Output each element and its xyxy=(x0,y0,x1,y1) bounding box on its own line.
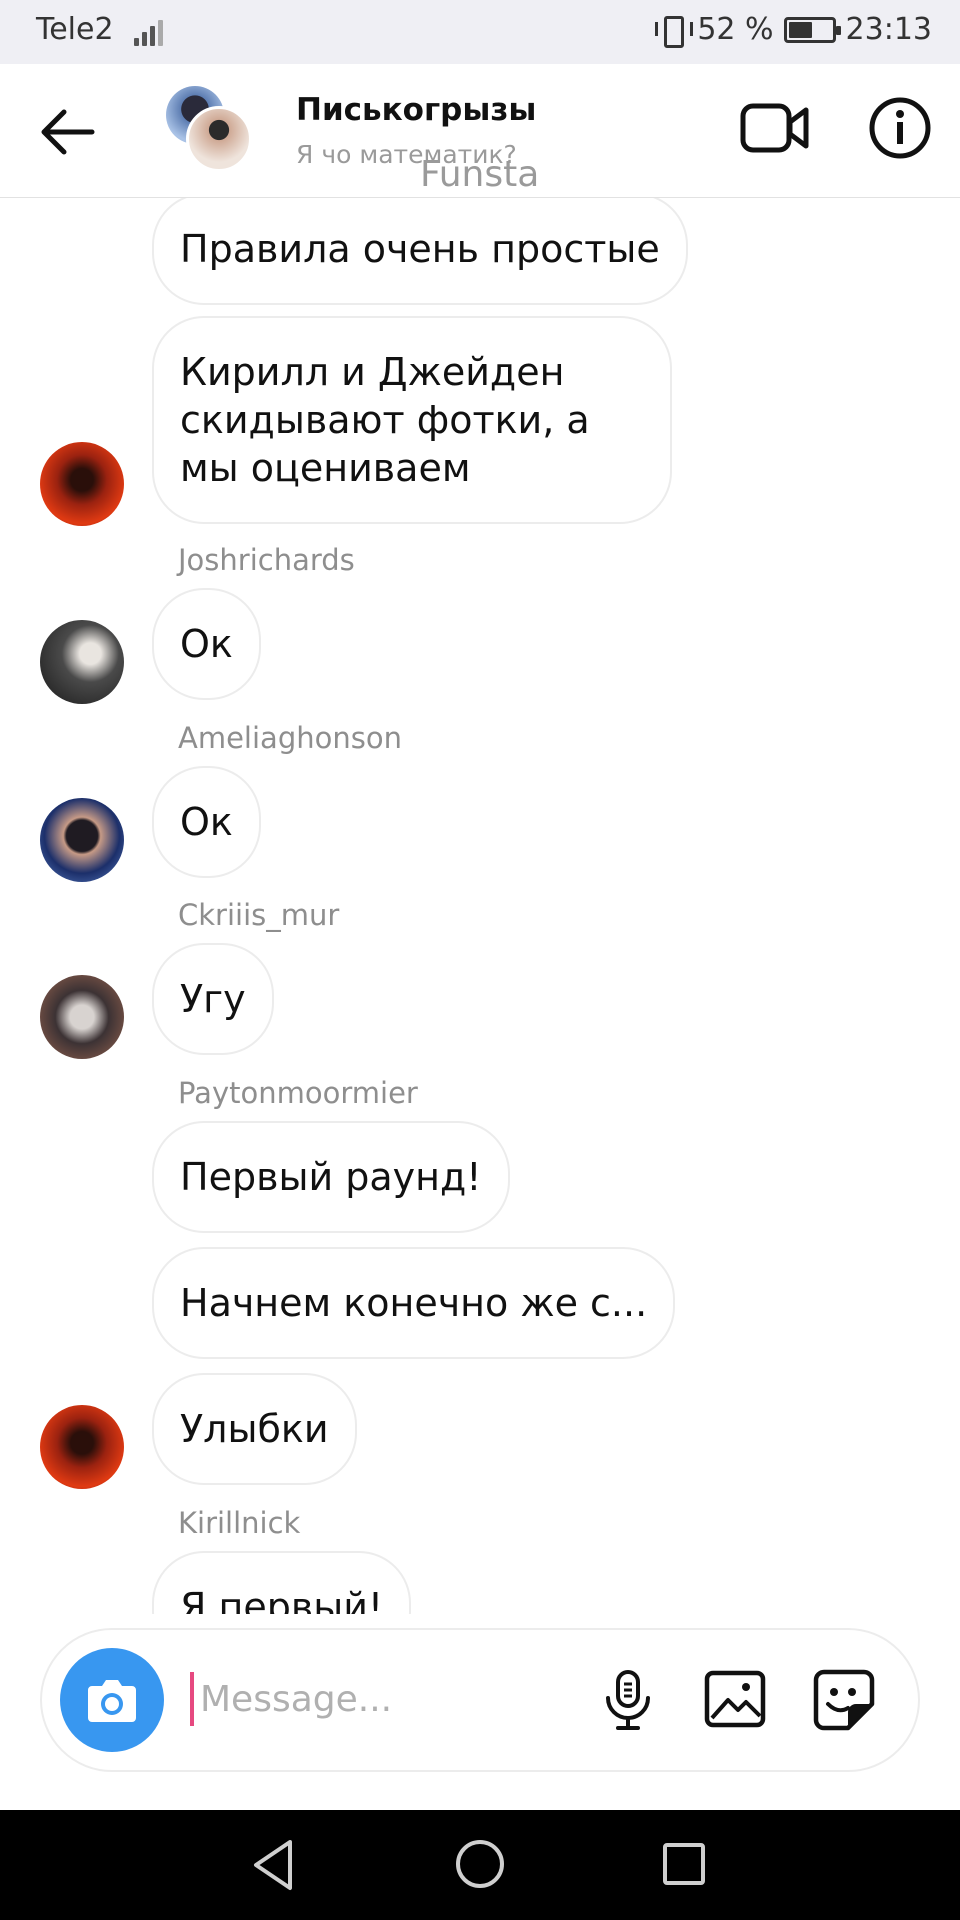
battery-percent: 52 % xyxy=(697,12,774,47)
message-list[interactable]: Правила очень простые Кирилл и Джейден с… xyxy=(0,198,960,1614)
nav-recents-icon[interactable] xyxy=(662,1842,706,1886)
sender-name: Ameliaghonson xyxy=(178,721,402,755)
message-bubble[interactable]: Улыбки xyxy=(152,1373,357,1485)
avatar xyxy=(186,106,252,172)
info-icon[interactable] xyxy=(868,96,932,160)
message-bubble[interactable]: Первый раунд! xyxy=(152,1121,510,1233)
avatar[interactable] xyxy=(40,798,124,882)
nav-back-icon[interactable] xyxy=(250,1838,296,1892)
message-input[interactable] xyxy=(196,1666,576,1732)
battery-icon xyxy=(783,16,841,43)
back-arrow-icon[interactable] xyxy=(36,104,96,160)
sticker-icon[interactable] xyxy=(812,1668,876,1732)
camera-button[interactable] xyxy=(60,1648,164,1752)
status-right: 52 % 23:13 xyxy=(655,12,932,48)
sender-name: Kirillnick xyxy=(178,1506,301,1540)
message-bubble[interactable]: Угу xyxy=(152,943,274,1055)
message-bubble[interactable]: Ок xyxy=(152,766,261,878)
clock: 23:13 xyxy=(845,12,932,47)
camera-icon xyxy=(88,1680,136,1722)
sender-name: Paytonmoormier xyxy=(178,1076,418,1110)
chat-header: Писькогрызы Я чо математик? Funsta xyxy=(0,64,960,198)
gallery-icon[interactable] xyxy=(704,1670,766,1728)
group-avatar[interactable] xyxy=(164,86,254,176)
message-bubble[interactable]: Начнем конечно же с... xyxy=(152,1247,676,1359)
avatar[interactable] xyxy=(40,1405,124,1489)
text-cursor xyxy=(190,1672,194,1726)
avatar[interactable] xyxy=(40,442,124,526)
message-bubble[interactable]: Правила очень простые xyxy=(152,198,688,305)
microphone-icon[interactable] xyxy=(600,1668,656,1732)
vibrate-icon xyxy=(655,14,694,48)
sender-name: Ckriiis_mur xyxy=(178,898,340,932)
message-bubble[interactable]: Кирилл и Джейден скидывают фотки, а мы о… xyxy=(152,316,672,524)
message-bubble[interactable]: Я первый! xyxy=(152,1551,412,1614)
video-camera-icon[interactable] xyxy=(740,100,810,156)
avatar[interactable] xyxy=(40,975,124,1059)
signal-icon xyxy=(134,16,170,46)
nav-home-icon[interactable] xyxy=(454,1838,506,1890)
chat-title[interactable]: Писькогрызы xyxy=(296,92,536,128)
avatar[interactable] xyxy=(40,620,124,704)
status-bar: Tele2 52 % 23:13 xyxy=(0,0,960,64)
message-bubble[interactable]: Ок xyxy=(152,588,261,700)
carrier-name: Tele2 xyxy=(36,12,114,47)
sender-name: Joshrichards xyxy=(178,543,355,577)
watermark-text: Funsta xyxy=(420,154,540,195)
